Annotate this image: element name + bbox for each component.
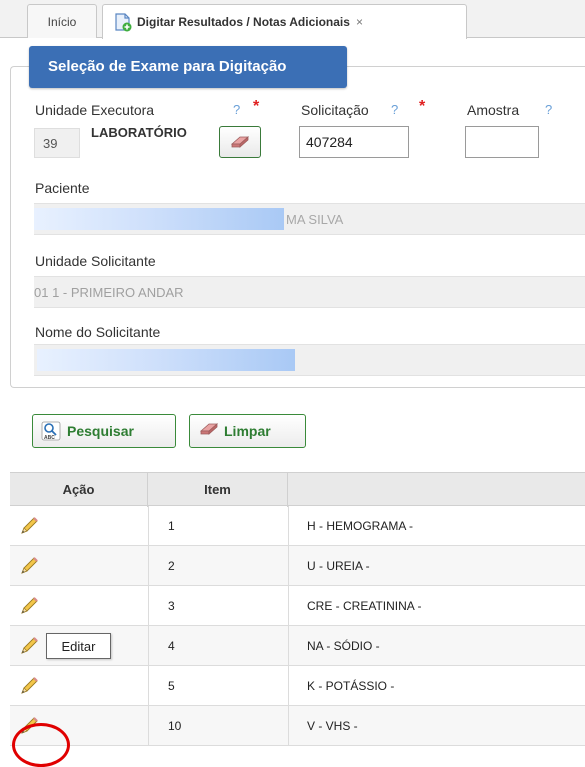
edit-pencil-icon[interactable] — [18, 555, 40, 577]
cell-exam: K - POTÁSSIO - — [307, 679, 395, 693]
unidade-solicitante-field: 01 1 - PRIMEIRO ANDAR — [34, 276, 585, 308]
tab-close-icon[interactable]: × — [356, 15, 363, 29]
clear-button[interactable]: Limpar — [189, 414, 306, 448]
tab-active-label: Digitar Resultados / Notas Adicionais — [137, 15, 350, 29]
table-header: Ação Item — [10, 472, 585, 507]
column-divider — [148, 706, 149, 746]
tab-home[interactable]: Início — [27, 4, 97, 38]
tab-home-label: Início — [47, 14, 77, 29]
paciente-label: Paciente — [35, 180, 90, 196]
cell-exam: CRE - CREATININA - — [307, 599, 422, 613]
solicitacao-label: Solicitação — [301, 102, 369, 118]
nome-solicitante-label: Nome do Solicitante — [35, 324, 161, 340]
column-divider — [148, 506, 149, 546]
cell-exam: NA - SÓDIO - — [307, 639, 380, 653]
amostra-input[interactable] — [465, 126, 539, 158]
unidade-executora-label: Unidade Executora — [35, 102, 155, 118]
unidade-executora-code: 39 — [34, 128, 80, 158]
clear-unidade-button[interactable] — [219, 126, 261, 158]
svg-text:ABC: ABC — [44, 435, 55, 441]
solicitacao-input[interactable]: 407284 — [299, 126, 409, 158]
edit-tooltip: Editar — [46, 633, 111, 659]
cell-item: 1 — [168, 519, 175, 533]
cell-exam: U - UREIA - — [307, 559, 370, 573]
column-divider — [288, 546, 289, 586]
amostra-label: Amostra — [467, 102, 520, 118]
header-item[interactable]: Item — [148, 473, 288, 507]
nome-solicitante-field — [34, 344, 585, 376]
column-divider — [148, 666, 149, 706]
edit-pencil-icon[interactable] — [18, 515, 40, 537]
cell-item: 4 — [168, 639, 175, 653]
cell-item: 2 — [168, 559, 175, 573]
search-abc-icon: ABC — [41, 421, 61, 441]
paciente-value: MA SILVA — [286, 211, 344, 227]
unidade-solicitante-value: 01 1 - PRIMEIRO ANDAR — [34, 284, 184, 300]
cell-item: 3 — [168, 599, 175, 613]
header-exam[interactable] — [288, 473, 585, 507]
column-divider — [288, 586, 289, 626]
unidade-executora-name: LABORATÓRIO — [91, 125, 187, 140]
column-divider — [288, 666, 289, 706]
solicitacao-required-icon: * — [419, 98, 426, 115]
panel-title: Seleção de Exame para Digitação — [29, 46, 347, 88]
highlight-circle — [12, 723, 70, 767]
amostra-help-icon[interactable]: ? — [545, 102, 552, 117]
cell-item: 10 — [168, 719, 182, 733]
search-button[interactable]: ABC Pesquisar — [32, 414, 176, 448]
edit-pencil-icon[interactable] — [18, 595, 40, 617]
document-add-icon — [113, 12, 133, 32]
edit-pencil-icon[interactable] — [18, 635, 40, 657]
table-row: 1 H - HEMOGRAMA - — [10, 506, 585, 546]
paciente-field: MA SILVA — [34, 203, 585, 235]
tab-bar: Início Digitar Resultados / Notas Adicio… — [0, 0, 585, 39]
solicitacao-help-icon[interactable]: ? — [391, 102, 398, 117]
table-row: 3 CRE - CREATININA - — [10, 586, 585, 626]
unidade-solicitante-label: Unidade Solicitante — [35, 253, 156, 269]
column-divider — [148, 546, 149, 586]
cell-exam: H - HEMOGRAMA - — [307, 519, 414, 533]
header-acao[interactable]: Ação — [10, 473, 148, 507]
table-row: 2 U - UREIA - — [10, 546, 585, 586]
cell-exam: V - VHS - — [307, 719, 358, 733]
table-row: 10 V - VHS - — [10, 706, 585, 746]
eraser-icon — [230, 136, 250, 148]
unidade-executora-help-icon[interactable]: ? — [233, 102, 240, 117]
search-button-label: Pesquisar — [67, 423, 134, 439]
column-divider — [148, 586, 149, 626]
redacted-block — [37, 349, 295, 371]
eraser-icon — [198, 421, 219, 441]
edit-pencil-icon[interactable] — [18, 675, 40, 697]
table-row: 5 K - POTÁSSIO - — [10, 666, 585, 706]
tab-digitar-resultados[interactable]: Digitar Resultados / Notas Adicionais × — [102, 4, 467, 39]
clear-button-label: Limpar — [224, 423, 271, 439]
cell-item: 5 — [168, 679, 175, 693]
redacted-block — [34, 208, 284, 230]
column-divider — [288, 706, 289, 746]
column-divider — [288, 506, 289, 546]
unidade-executora-required-icon: * — [253, 98, 260, 115]
column-divider — [288, 626, 289, 666]
column-divider — [148, 626, 149, 666]
